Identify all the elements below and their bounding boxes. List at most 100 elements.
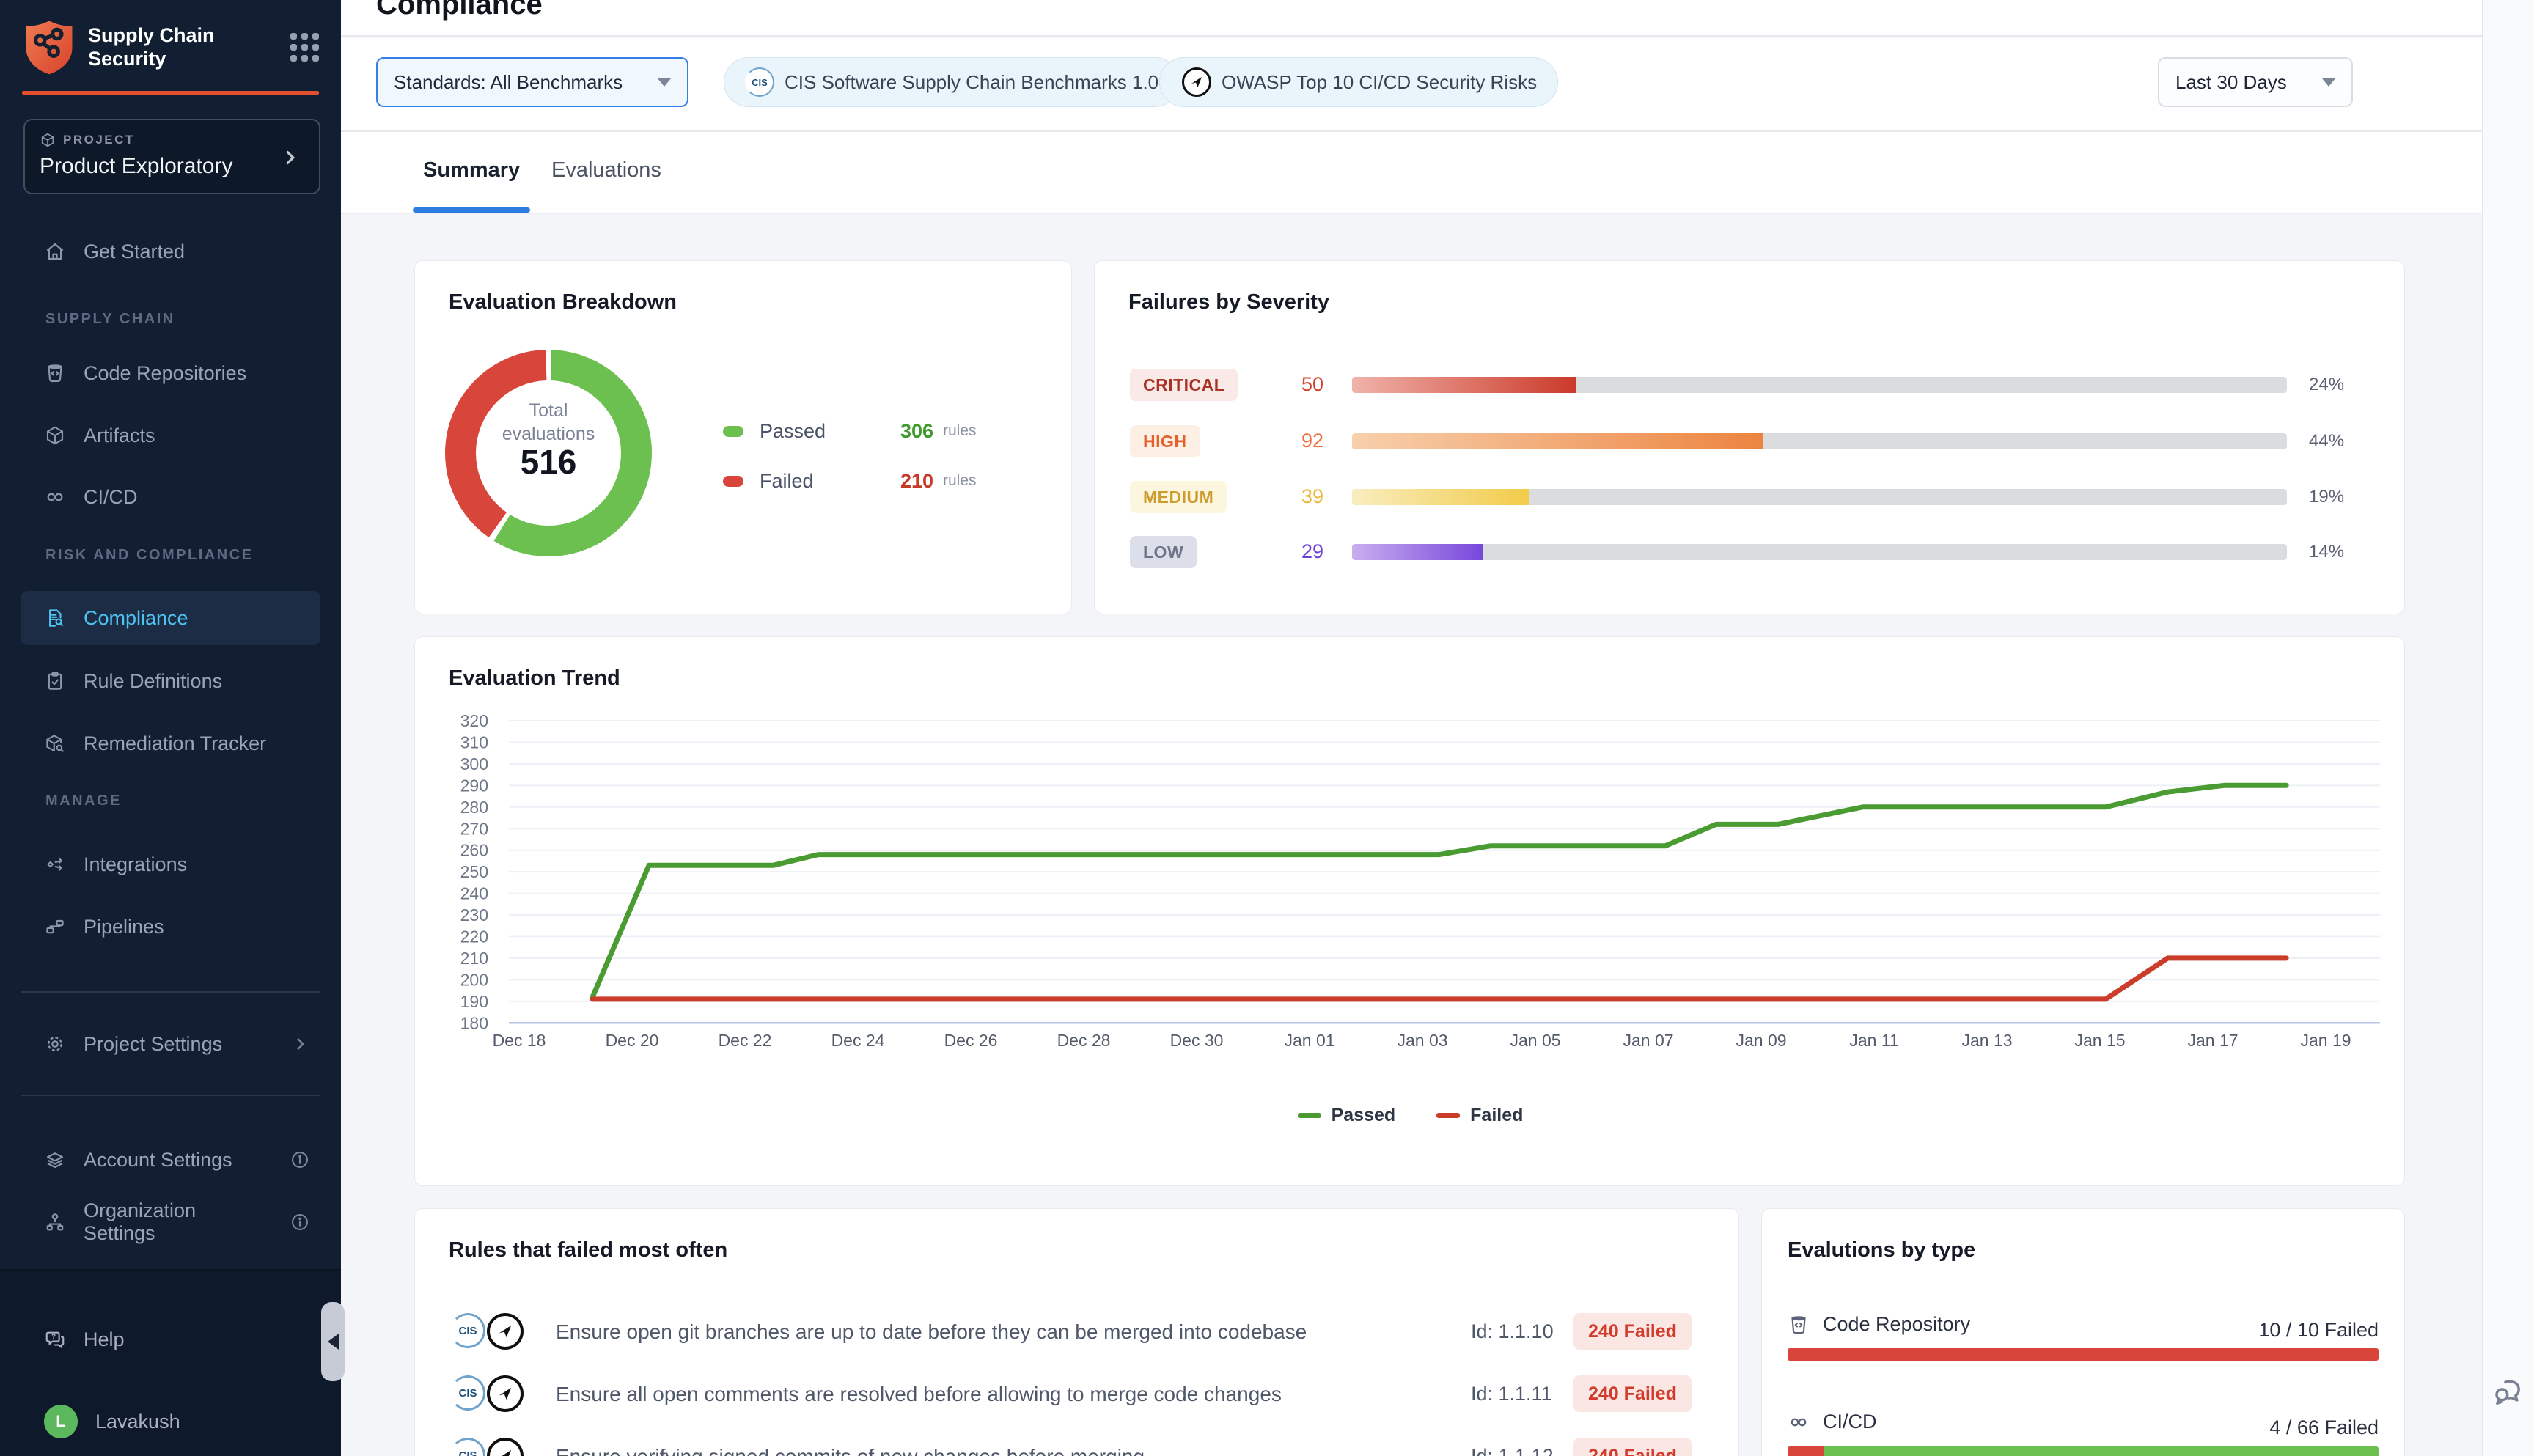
donut-center-label: Total evaluations 516 — [482, 399, 614, 474]
sidebar-item-integrations[interactable]: Integrations — [21, 843, 320, 886]
legend-item-passed: Passed 306 rules — [723, 416, 826, 446]
svg-text:200: 200 — [460, 970, 488, 989]
legend-label: Failed — [760, 470, 814, 493]
sidebar-user[interactable]: L Lavakush — [21, 1400, 320, 1443]
sidebar-item-label: Integrations — [84, 853, 187, 876]
sidebar-item-compliance[interactable]: Compliance — [21, 591, 320, 645]
sidebar-item-label: Pipelines — [84, 916, 164, 938]
failed-count: 210 — [900, 470, 933, 493]
rule-benchmark-icons: CIS — [450, 1438, 524, 1456]
app-title: Supply Chain Security — [88, 23, 249, 70]
right-rail — [2482, 0, 2534, 1456]
sidebar-item-code-repositories[interactable]: Code Repositories — [21, 352, 320, 394]
sidebar-item-account-settings[interactable]: Account Settings — [21, 1139, 320, 1181]
project-selector[interactable]: PROJECT Product Exploratory — [23, 119, 320, 194]
sidebar-divider — [21, 991, 320, 993]
severity-count: 29 — [1279, 540, 1345, 563]
sidebar-item-organization-settings[interactable]: Organization Settings — [21, 1201, 320, 1243]
svg-text:260: 260 — [460, 841, 488, 860]
type-label: Code Repository — [1823, 1313, 1970, 1336]
svg-text:280: 280 — [460, 798, 488, 817]
apps-grid-icon[interactable] — [290, 33, 319, 62]
evaluation-trend-card: Evaluation Trend 18019020021022023024025… — [414, 636, 2405, 1186]
chip-label: CIS Software Supply Chain Benchmarks 1.0 — [785, 71, 1158, 94]
sidebar-item-artifacts[interactable]: Artifacts — [21, 414, 320, 457]
tab-evaluations[interactable]: Evaluations — [551, 158, 661, 183]
legend-label: Passed — [760, 420, 826, 443]
page-header: Compliance — [341, 0, 2482, 37]
sidebar-item-remediation-tracker[interactable]: Remediation Tracker — [21, 722, 320, 765]
rule-id: Id: 1.1.11 — [1471, 1383, 1552, 1405]
page-title: Compliance — [376, 0, 543, 21]
sidebar-item-help[interactable]: ? Help — [21, 1318, 320, 1361]
svg-text:Dec 26: Dec 26 — [944, 1031, 998, 1050]
severity-badge: HIGH — [1130, 425, 1200, 457]
trend-legend-passed[interactable]: Passed — [1298, 1105, 1396, 1126]
benchmark-chip-owasp[interactable]: OWASP Top 10 CI/CD Security Risks — [1159, 57, 1558, 107]
svg-text:250: 250 — [460, 862, 488, 881]
tab-bar: Summary Evaluations — [341, 132, 2482, 214]
rule-row[interactable]: CIS Ensure open git branches are up to d… — [415, 1312, 1738, 1356]
infinity-icon — [1788, 1411, 1810, 1433]
svg-text:?: ? — [51, 1333, 56, 1341]
sidebar-section-supply-chain: SUPPLY CHAIN — [45, 311, 175, 328]
svg-text:Jan 01: Jan 01 — [1284, 1031, 1334, 1050]
sidebar-collapse-handle[interactable] — [321, 1302, 345, 1381]
severity-badge: CRITICAL — [1130, 369, 1238, 401]
clipboard-check-icon — [44, 670, 66, 692]
svg-text:290: 290 — [460, 776, 488, 795]
svg-text:Dec 18: Dec 18 — [493, 1031, 546, 1050]
severity-badge: MEDIUM — [1130, 481, 1227, 513]
help-label: Help — [84, 1328, 125, 1351]
compliance-document-icon — [44, 607, 66, 629]
svg-text:Jan 17: Jan 17 — [2187, 1031, 2238, 1050]
cis-logo-icon: CIS — [450, 1438, 485, 1456]
benchmark-chip-cis[interactable]: CIS CIS Software Supply Chain Benchmarks… — [724, 57, 1180, 107]
date-range-value: Last 30 Days — [2175, 71, 2287, 94]
sidebar-item-pipelines[interactable]: Pipelines — [21, 905, 320, 948]
severity-percent: 19% — [2309, 487, 2344, 507]
sidebar-footer: ? Help L Lavakush — [0, 1269, 341, 1456]
info-icon[interactable] — [290, 1150, 310, 1170]
type-bar-code-repository — [1788, 1348, 2379, 1361]
trend-legend: Passed Failed — [415, 1105, 2406, 1126]
info-icon[interactable] — [290, 1212, 310, 1232]
sidebar-item-project-settings[interactable]: Project Settings — [21, 1023, 320, 1065]
rule-id: Id: 1.1.12 — [1471, 1445, 1554, 1456]
severity-bar-track — [1352, 433, 2287, 449]
tab-summary[interactable]: Summary — [423, 158, 520, 183]
sidebar-item-rule-definitions[interactable]: Rule Definitions — [21, 660, 320, 702]
sidebar-item-label: CI/CD — [84, 486, 138, 509]
rule-failed-badge: 240 Failed — [1573, 1438, 1692, 1456]
active-tab-underline — [413, 207, 530, 213]
evaluation-breakdown-card: Evaluation Breakdown Total evaluations 5… — [414, 260, 1072, 614]
standards-dropdown[interactable]: Standards: All Benchmarks — [376, 57, 688, 107]
legend-item-failed: Failed 210 rules — [723, 466, 814, 496]
pipelines-icon — [44, 916, 66, 938]
chevron-down-icon — [658, 78, 671, 87]
rule-failed-badge: 240 Failed — [1573, 1313, 1692, 1350]
svg-text:210: 210 — [460, 949, 488, 968]
rule-text: Ensure open git branches are up to date … — [556, 1320, 1307, 1344]
passed-count: 306 — [900, 420, 933, 443]
rule-row[interactable]: CIS Ensure verifying signed commits of n… — [415, 1436, 1738, 1456]
help-chat-icon: ? — [44, 1328, 66, 1350]
sidebar-item-get-started[interactable]: Get Started — [21, 230, 320, 273]
failures-by-severity-card: Failures by Severity CRITICAL 50 24% HIG… — [1094, 260, 2405, 614]
sidebar-item-cicd[interactable]: CI/CD — [21, 476, 320, 518]
rule-row[interactable]: CIS Ensure all open comments are resolve… — [415, 1374, 1738, 1418]
sidebar-item-label: Account Settings — [84, 1149, 232, 1172]
box-wrench-icon — [44, 732, 66, 754]
app-logo-shield-icon — [22, 18, 76, 76]
owasp-logo-icon — [487, 1438, 524, 1456]
chat-support-button[interactable] — [2489, 1372, 2527, 1411]
svg-text:Dec 20: Dec 20 — [606, 1031, 659, 1050]
cis-logo-icon: CIS — [450, 1313, 485, 1348]
date-range-dropdown[interactable]: Last 30 Days — [2158, 57, 2353, 107]
gear-icon — [44, 1033, 66, 1055]
severity-percent: 44% — [2309, 431, 2344, 452]
user-name: Lavakush — [95, 1411, 180, 1433]
main-content: Compliance Standards: All Benchmarks CIS… — [341, 0, 2534, 1456]
card-title: Evaluation Breakdown — [449, 290, 677, 315]
trend-legend-failed[interactable]: Failed — [1436, 1105, 1523, 1126]
